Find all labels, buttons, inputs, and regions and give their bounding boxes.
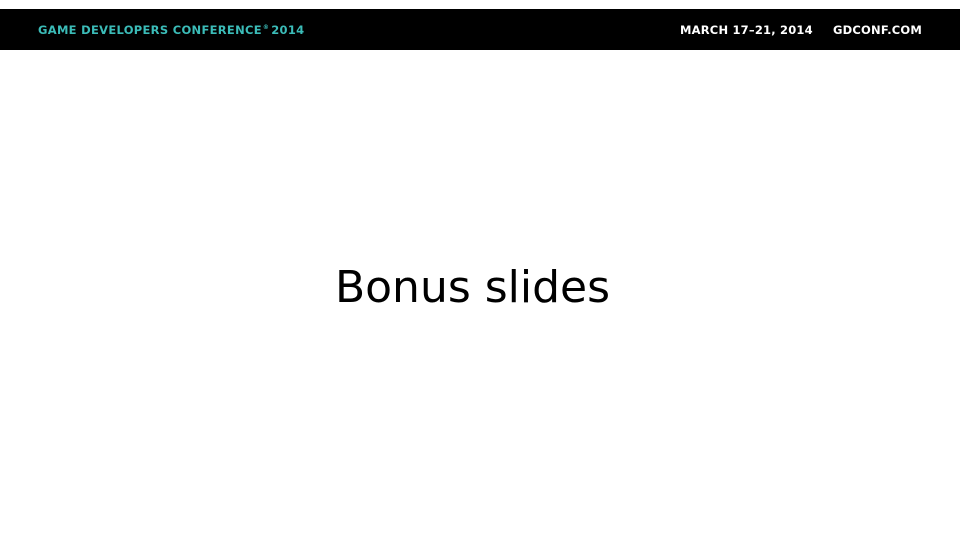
conference-year: 2014	[271, 23, 305, 37]
slide-title: Bonus slides	[334, 262, 611, 313]
conference-name: GAME DEVELOPERS CONFERENCE	[38, 23, 262, 37]
registered-mark: ®	[262, 24, 270, 31]
slide: GAME DEVELOPERS CONFERENCE® 2014 MARCH 17…	[0, 0, 960, 540]
conference-header-bar: GAME DEVELOPERS CONFERENCE® 2014 MARCH 17…	[0, 9, 960, 50]
conference-dates: MARCH 17–21, 2014	[680, 23, 813, 37]
conference-website: GDCONF.COM	[833, 23, 923, 37]
conference-title: GAME DEVELOPERS CONFERENCE® 2014	[38, 23, 304, 37]
